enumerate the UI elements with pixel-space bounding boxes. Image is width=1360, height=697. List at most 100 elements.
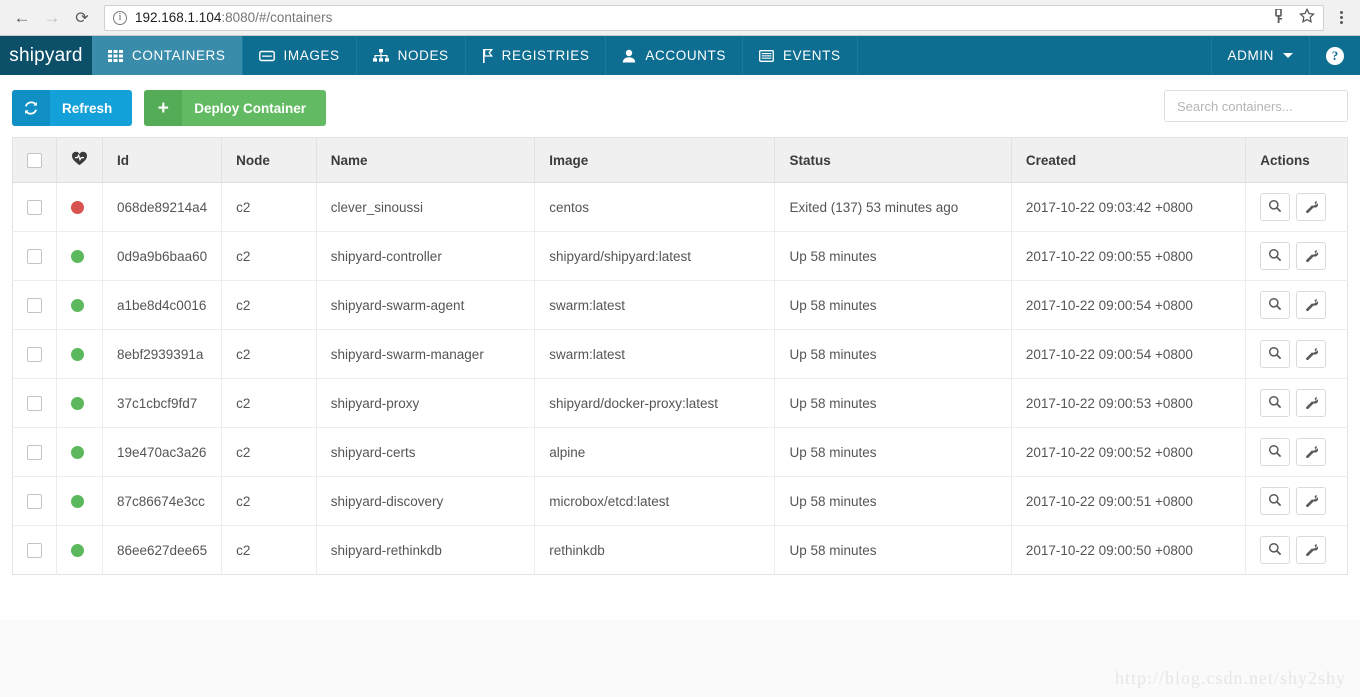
- row-checkbox[interactable]: [27, 444, 42, 460]
- cell-created: 2017-10-22 09:03:42 +0800: [1011, 182, 1247, 232]
- inspect-button[interactable]: [1260, 193, 1291, 221]
- row-checkbox[interactable]: [27, 199, 42, 215]
- inspect-button[interactable]: [1260, 438, 1291, 466]
- cell-actions: [1245, 280, 1348, 330]
- status-dot: [71, 543, 84, 557]
- settings-button[interactable]: [1296, 487, 1327, 515]
- plus-icon: +: [144, 90, 183, 126]
- chevron-down-icon: [1283, 53, 1293, 58]
- table-row[interactable]: 8ebf2939391a c2 shipyard-swarm-manager swar…: [12, 329, 1348, 379]
- status-dot: [71, 347, 84, 361]
- inspect-button[interactable]: [1260, 536, 1291, 564]
- table-row[interactable]: 37c1cbcf9fd7 c2 shipyard-proxy shipyard/doc…: [12, 378, 1348, 428]
- row-state-cell: [56, 182, 103, 232]
- cell-id: 87c86674e3cc: [102, 476, 223, 526]
- cell-node: c2: [221, 280, 317, 330]
- star-icon[interactable]: [1299, 7, 1315, 27]
- cell-created: 2017-10-22 09:00:54 +0800: [1011, 329, 1247, 379]
- header-created[interactable]: Created: [1011, 137, 1247, 183]
- inspect-button[interactable]: [1260, 389, 1291, 417]
- wrench-icon: [1304, 395, 1319, 412]
- kebab-menu-icon[interactable]: [1330, 5, 1352, 31]
- back-arrow-icon[interactable]: ←: [8, 4, 36, 32]
- cell-created: 2017-10-22 09:00:53 +0800: [1011, 378, 1247, 428]
- row-checkbox[interactable]: [27, 493, 42, 509]
- brand-logo[interactable]: shipyard: [0, 36, 92, 75]
- key-icon[interactable]: [1272, 7, 1285, 27]
- cell-name: shipyard-proxy: [316, 378, 536, 428]
- settings-button[interactable]: [1296, 242, 1327, 270]
- nav-tab-registries[interactable]: REGISTRIES: [466, 36, 607, 75]
- header-name[interactable]: Name: [316, 137, 536, 183]
- cell-status: Exited (137) 53 minutes ago: [774, 182, 1012, 232]
- table-row[interactable]: 19e470ac3a26 c2 shipyard-certs alpine Up 58 …: [12, 427, 1348, 477]
- settings-button[interactable]: [1296, 291, 1327, 319]
- table-row[interactable]: 87c86674e3cc c2 shipyard-discovery microbox…: [12, 476, 1348, 526]
- cell-created: 2017-10-22 09:00:50 +0800: [1011, 525, 1247, 575]
- address-bar[interactable]: i 192.168.1.104:8080/#/containers: [104, 4, 1324, 31]
- settings-button[interactable]: [1296, 193, 1327, 221]
- status-dot: [71, 200, 84, 214]
- row-state-cell: [56, 378, 103, 428]
- row-checkbox[interactable]: [27, 297, 42, 313]
- clear-search-icon[interactable]: ✕: [1355, 98, 1360, 114]
- reload-icon[interactable]: ⟳: [68, 4, 96, 32]
- table-row[interactable]: 0d9a9b6baa60 c2 shipyard-controller shipyar…: [12, 231, 1348, 281]
- app-navbar: shipyard CONTAINERS IMAGES NODES REGISTR…: [0, 36, 1360, 75]
- nav-tab-label: IMAGES: [283, 48, 340, 63]
- sitemap-icon: [372, 49, 389, 62]
- row-checkbox[interactable]: [27, 346, 42, 362]
- cell-created: 2017-10-22 09:00:52 +0800: [1011, 427, 1247, 477]
- nav-tab-containers[interactable]: CONTAINERS: [92, 36, 243, 75]
- nav-tab-accounts[interactable]: ACCOUNTS: [606, 36, 743, 75]
- site-info-icon[interactable]: i: [113, 10, 127, 25]
- header-id[interactable]: Id: [102, 137, 223, 183]
- wrench-icon: [1304, 346, 1319, 363]
- header-select-all: [12, 137, 57, 183]
- header-state: [56, 137, 103, 183]
- nav-tab-images[interactable]: IMAGES: [243, 36, 357, 75]
- nav-tab-label: EVENTS: [782, 48, 841, 63]
- table-row[interactable]: 86ee627dee65 c2 shipyard-rethinkdb rethinkd…: [12, 525, 1348, 575]
- inspect-button[interactable]: [1260, 242, 1291, 270]
- table-row[interactable]: a1be8d4c0016 c2 shipyard-swarm-agent swarm:…: [12, 280, 1348, 330]
- magnifier-icon: [1268, 346, 1282, 363]
- user-menu[interactable]: ADMIN: [1210, 36, 1310, 75]
- header-image[interactable]: Image: [534, 137, 776, 183]
- nav-tab-nodes[interactable]: NODES: [357, 36, 466, 75]
- settings-button[interactable]: [1296, 438, 1327, 466]
- inspect-button[interactable]: [1260, 291, 1291, 319]
- header-node[interactable]: Node: [221, 137, 317, 183]
- row-select-cell: [12, 476, 57, 526]
- select-all-checkbox[interactable]: [27, 152, 42, 168]
- cell-created: 2017-10-22 09:00:51 +0800: [1011, 476, 1247, 526]
- search-box[interactable]: ✕: [1164, 90, 1355, 122]
- settings-button[interactable]: [1296, 389, 1327, 417]
- deploy-container-button[interactable]: + Deploy Container: [144, 90, 327, 126]
- refresh-button[interactable]: Refresh: [12, 90, 133, 126]
- row-select-cell: [12, 182, 57, 232]
- user-icon: [622, 49, 636, 63]
- cell-actions: [1245, 378, 1348, 428]
- cell-name: shipyard-swarm-agent: [316, 280, 536, 330]
- inspect-button[interactable]: [1260, 487, 1291, 515]
- grid-icon: [108, 49, 123, 62]
- cell-image: shipyard/docker-proxy:latest: [534, 378, 776, 428]
- forward-arrow-icon[interactable]: →: [38, 4, 66, 32]
- row-select-cell: [12, 280, 57, 330]
- cell-node: c2: [221, 476, 317, 526]
- table-row[interactable]: 068de89214a4 c2 clever_sinoussi centos Exite…: [12, 182, 1348, 232]
- inspect-button[interactable]: [1260, 340, 1291, 368]
- row-select-cell: [12, 231, 57, 281]
- settings-button[interactable]: [1296, 340, 1327, 368]
- help-button[interactable]: ?: [1309, 36, 1360, 75]
- question-mark-icon: ?: [1326, 46, 1344, 65]
- nav-tab-events[interactable]: EVENTS: [743, 36, 858, 75]
- settings-button[interactable]: [1296, 536, 1327, 564]
- search-input[interactable]: [1175, 97, 1355, 115]
- row-checkbox[interactable]: [27, 542, 42, 558]
- header-status[interactable]: Status: [774, 137, 1012, 183]
- row-checkbox[interactable]: [27, 248, 42, 264]
- row-checkbox[interactable]: [27, 395, 42, 411]
- table-body: 068de89214a4 c2 clever_sinoussi centos Exite…: [12, 182, 1348, 575]
